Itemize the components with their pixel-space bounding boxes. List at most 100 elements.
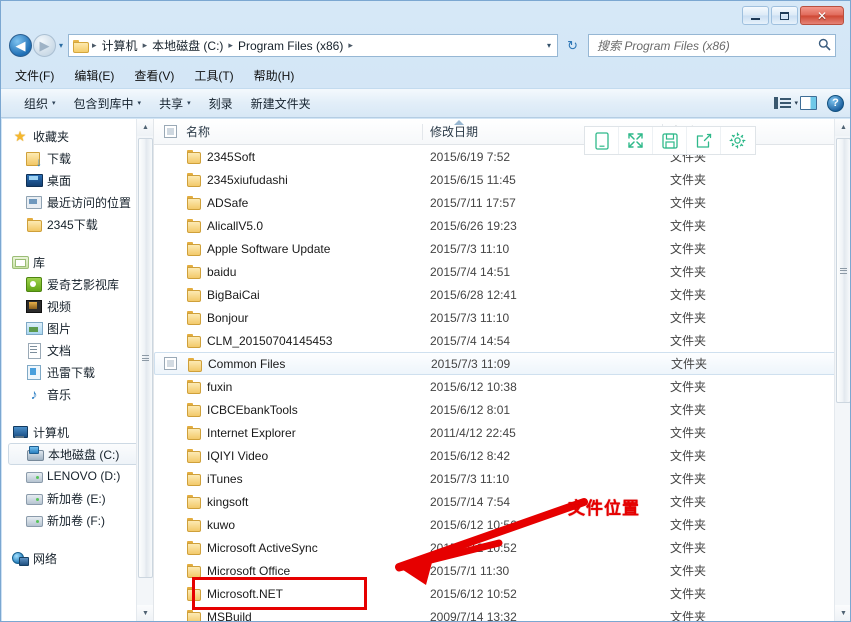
file-row[interactable]: ICBCEbankTools 2015/6/12 8:01 文件夹 (154, 398, 850, 421)
recent-places-icon (26, 194, 42, 210)
address-breadcrumb-bar[interactable]: ▸ 计算机 ▸ 本地磁盘 (C:) ▸ Program Files (x86) … (68, 34, 559, 57)
file-list-scrollbar[interactable]: ▲ ▼ (834, 119, 850, 621)
sidebar-item-child[interactable]: 迅雷下载 (2, 361, 153, 383)
sidebar-item-child[interactable]: 最近访问的位置 (2, 191, 153, 213)
back-button[interactable]: ◀ (9, 34, 32, 57)
search-input[interactable]: 搜索 Program Files (x86) (597, 37, 818, 54)
toolbar-share[interactable]: 共享 ▾ (150, 92, 200, 115)
row-checkbox[interactable] (164, 357, 177, 370)
select-all-checkbox[interactable] (164, 125, 177, 138)
sidebar-item-label: 2345下载 (47, 217, 98, 232)
mobile-icon[interactable] (585, 127, 619, 154)
filelist-scroll-up-button[interactable]: ▲ (835, 119, 850, 136)
file-row[interactable]: ADSafe 2015/7/11 17:57 文件夹 (154, 191, 850, 214)
sidebar-item-child[interactable]: LENOVO (D:) (2, 465, 153, 487)
file-row[interactable]: Internet Explorer 2011/4/12 22:45 文件夹 (154, 421, 850, 444)
toolbar-include-in-library[interactable]: 包含到库中 ▾ (65, 92, 151, 115)
close-button[interactable]: ✕ (800, 6, 844, 25)
file-type: 文件夹 (670, 380, 707, 394)
sidebar-item-child[interactable]: 图片 (2, 317, 153, 339)
file-row[interactable]: iTunes 2015/7/3 11:10 文件夹 (154, 467, 850, 490)
sidebar-item-child[interactable]: 本地磁盘 (C:) (8, 443, 149, 465)
sidebar-item-header[interactable]: 计算机 (2, 421, 153, 443)
sidebar-item-child[interactable]: 视频 (2, 295, 153, 317)
settings-gear-icon[interactable] (721, 127, 755, 154)
sidebar-scroll-up-button[interactable]: ▲ (137, 119, 153, 136)
preview-pane-icon[interactable] (800, 96, 817, 110)
sidebar-item-child[interactable]: 新加卷 (E:) (2, 487, 153, 509)
menu-file[interactable]: 文件(F) (15, 67, 54, 84)
view-chevron-down-icon[interactable]: ▾ (794, 99, 798, 107)
column-header-date[interactable]: 修改日期 (430, 123, 478, 140)
file-modified-date: 2015/7/1 11:30 (430, 563, 510, 578)
folder-icon (186, 448, 202, 463)
folder-icon (73, 39, 90, 53)
file-row[interactable]: Microsoft ActiveSync 2015/6/12 10:52 文件夹 (154, 536, 850, 559)
share-icon[interactable] (687, 127, 721, 154)
help-icon[interactable]: ? (827, 94, 844, 112)
maximize-button[interactable] (771, 6, 798, 25)
save-icon[interactable] (653, 127, 687, 154)
sidebar-scroll-thumb[interactable] (138, 138, 153, 578)
sidebar-item-child[interactable]: 新加卷 (F:) (2, 509, 153, 531)
menu-edit[interactable]: 编辑(E) (74, 67, 114, 84)
file-name: AlicallV5.0 (207, 218, 264, 233)
folder-icon (186, 517, 202, 532)
file-row[interactable]: kuwo 2015/6/12 10:56 文件夹 (154, 513, 850, 536)
file-row[interactable]: 2345xiufudashi 2015/6/15 11:45 文件夹 (154, 168, 850, 191)
expand-icon[interactable] (619, 127, 653, 154)
sidebar-group: ★ 收藏夹下载桌面最近访问的位置 2345下载 (2, 125, 153, 235)
column-header-name[interactable]: 名称 (186, 123, 210, 140)
chevron-down-icon: ▾ (52, 100, 56, 107)
menu-help[interactable]: 帮助(H) (254, 67, 295, 84)
minimize-button[interactable] (742, 6, 769, 25)
sidebar-item-child[interactable]: ♪ 音乐 (2, 383, 153, 405)
refresh-button[interactable]: ↻ (560, 34, 585, 57)
file-row[interactable]: AlicallV5.0 2015/6/26 19:23 文件夹 (154, 214, 850, 237)
menu-bar: 文件(F) 编辑(E) 查看(V) 工具(T) 帮助(H) (1, 63, 850, 87)
breadcrumb-separator: ▸ (142, 40, 148, 50)
file-row[interactable]: baidu 2015/7/4 14:51 文件夹 (154, 260, 850, 283)
sidebar-item-label: 计算机 (33, 425, 70, 440)
file-row[interactable]: IQIYI Video 2015/6/12 8:42 文件夹 (154, 444, 850, 467)
breadcrumb-computer[interactable]: 计算机 (99, 36, 141, 55)
sidebar-item-child[interactable]: 爱奇艺影视库 (2, 273, 153, 295)
breadcrumb-program-files[interactable]: Program Files (x86) (235, 38, 346, 54)
sidebar-scroll-down-button[interactable]: ▼ (137, 605, 153, 621)
network-icon (12, 550, 29, 566)
file-row[interactable]: Bonjour 2015/7/3 11:10 文件夹 (154, 306, 850, 329)
file-row[interactable]: kingsoft 2015/7/14 7:54 文件夹 (154, 490, 850, 513)
change-view-icon[interactable] (774, 95, 792, 111)
filelist-scroll-down-button[interactable]: ▼ (835, 605, 850, 621)
sidebar-item-child[interactable]: 桌面 (2, 169, 153, 191)
sidebar-item-child[interactable]: 2345下载 (2, 213, 153, 235)
sidebar-item-child[interactable]: 文档 (2, 339, 153, 361)
sidebar-item-header[interactable]: 网络 (2, 547, 153, 569)
filelist-scroll-thumb[interactable] (836, 138, 850, 403)
menu-tools[interactable]: 工具(T) (194, 67, 233, 84)
sidebar-item-child[interactable]: 下载 (2, 147, 153, 169)
toolbar-new-folder[interactable]: 新建文件夹 (242, 92, 320, 115)
toolbar-organize[interactable]: 组织 ▾ (15, 92, 65, 115)
address-dropdown-icon[interactable]: ▾ (547, 41, 555, 50)
drive-icon (26, 490, 43, 506)
sidebar-item-header[interactable]: ★ 收藏夹 (2, 125, 153, 147)
download-icon (26, 150, 42, 167)
sidebar-scrollbar[interactable]: ▲ ▼ (136, 119, 153, 621)
history-dropdown-button[interactable]: ▾ (59, 41, 63, 50)
search-box[interactable]: 搜索 Program Files (x86) (588, 34, 837, 57)
file-row[interactable]: Apple Software Update 2015/7/3 11:10 文件夹 (154, 237, 850, 260)
file-row[interactable]: fuxin 2015/6/12 10:38 文件夹 (154, 375, 850, 398)
column-divider[interactable] (422, 124, 423, 140)
file-row[interactable]: CLM_20150704145453 2015/7/4 14:54 文件夹 (154, 329, 850, 352)
file-row[interactable]: BigBaiCai 2015/6/28 12:41 文件夹 (154, 283, 850, 306)
file-type: 文件夹 (670, 219, 707, 233)
file-row[interactable]: Common Files 2015/7/3 11:09 文件夹 (154, 352, 850, 375)
menu-view[interactable]: 查看(V) (134, 67, 174, 84)
file-name: ADSafe (207, 195, 249, 210)
breadcrumb-local-disk[interactable]: 本地磁盘 (C:) (149, 36, 226, 55)
sidebar-item-header[interactable]: 库 (2, 251, 153, 273)
sidebar-item-label: 最近访问的位置 (47, 195, 132, 210)
forward-button[interactable]: ▶ (33, 34, 56, 57)
toolbar-burn[interactable]: 刻录 (200, 92, 242, 115)
